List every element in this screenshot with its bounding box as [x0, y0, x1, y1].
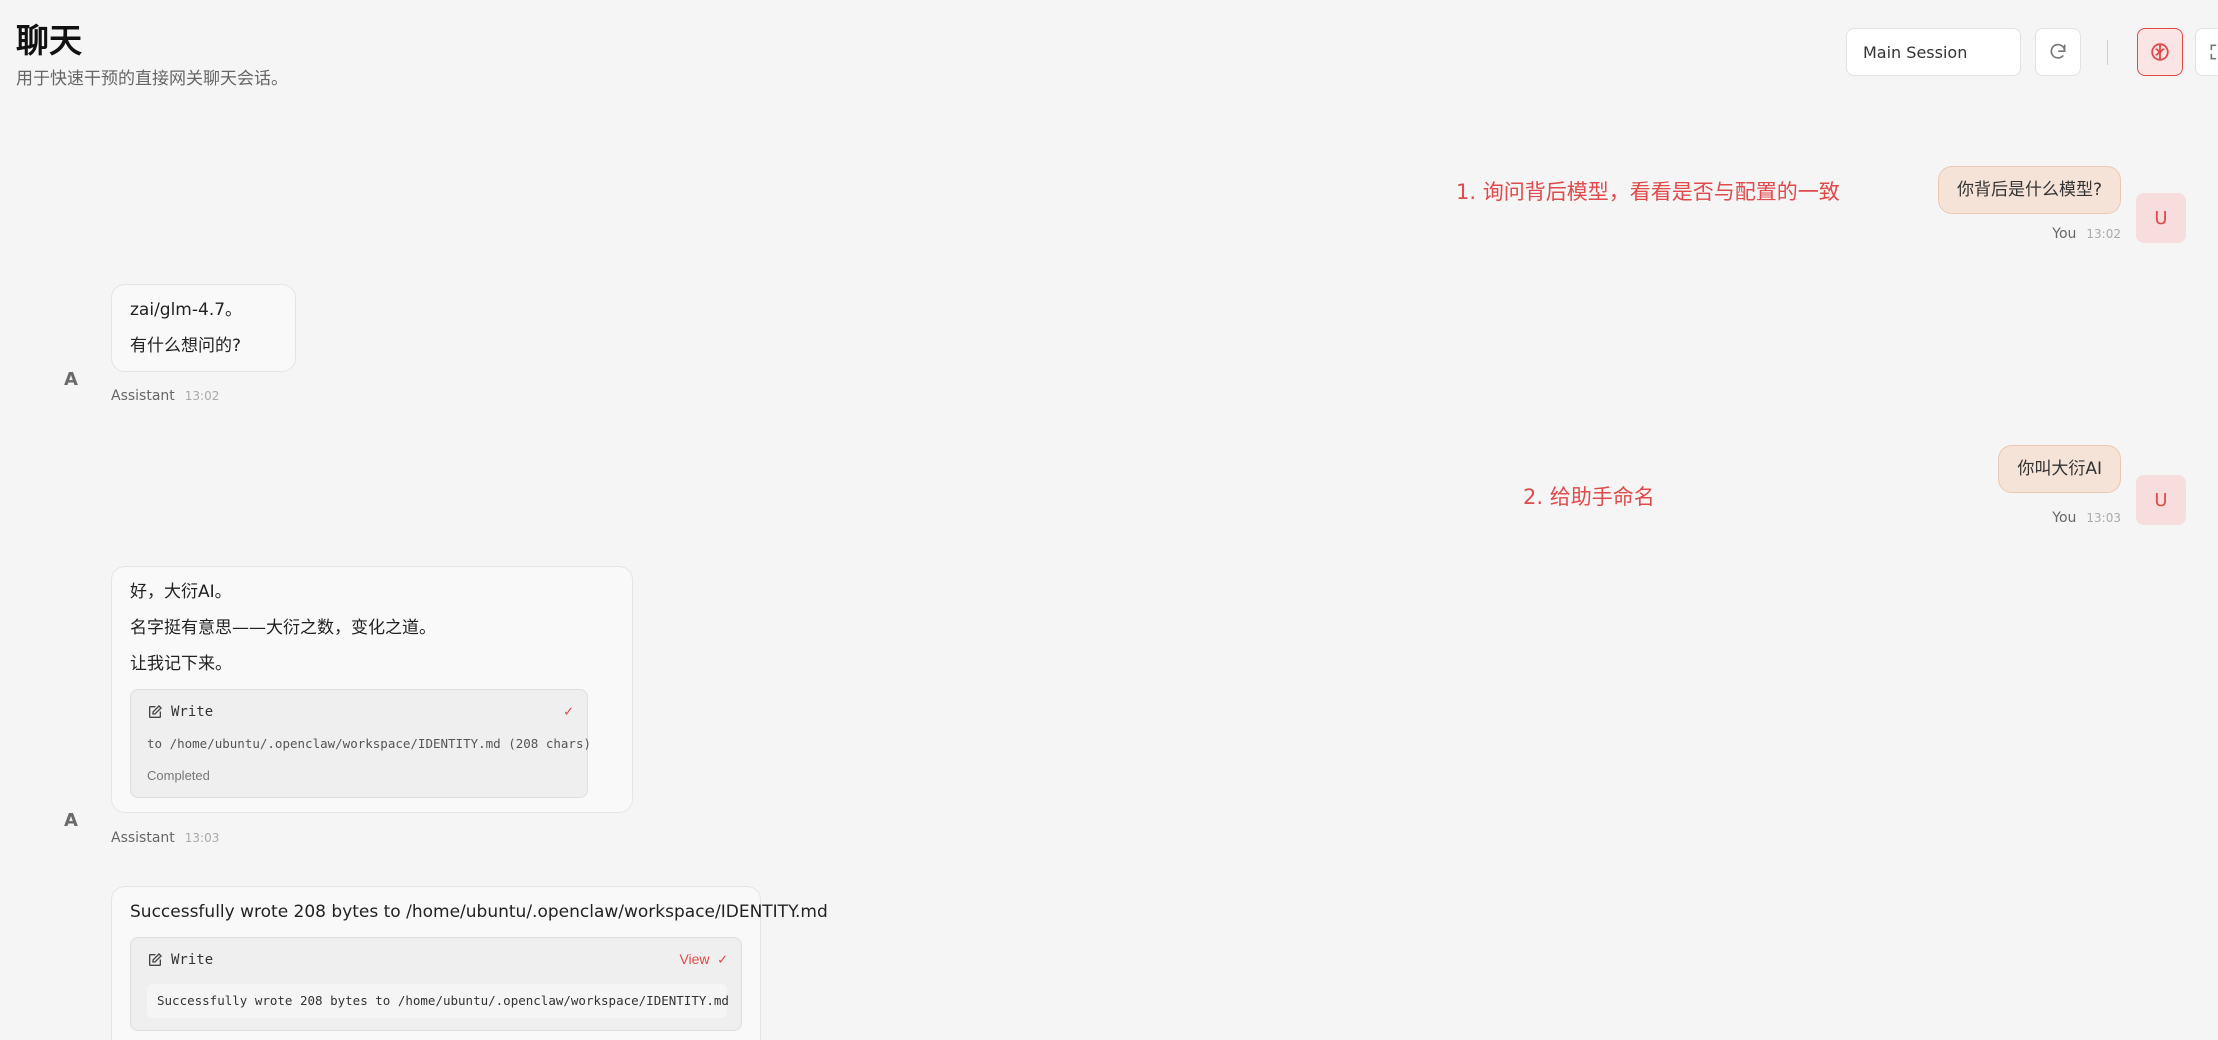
brain-icon: [2151, 43, 2169, 61]
tool-result-card[interactable]: Write View ✓ Successfully wrote 208 byte…: [130, 937, 742, 1031]
assistant-message-bubble: 好，大衍AI。 名字挺有意思——大衍之数，变化之道。 让我记下来。 Write …: [111, 566, 633, 813]
tool-name: Write: [147, 951, 213, 969]
tool-description: to /home/ubuntu/.openclaw/workspace/IDEN…: [147, 735, 592, 751]
expand-icon: [2210, 44, 2217, 60]
message-meta: You 13:02: [2052, 226, 2121, 242]
message-author: Assistant: [111, 388, 175, 404]
message-meta: You 13:03: [2052, 510, 2121, 526]
annotation-first: 1. 询问背后模型，看看是否与配置的一致: [1456, 180, 1840, 204]
check-icon: ✓: [563, 702, 573, 721]
view-link[interactable]: View: [679, 951, 709, 967]
user-message-bubble: 你叫大衍AI: [1998, 445, 2121, 494]
tool-output: Successfully wrote 208 bytes to /home/ub…: [147, 983, 729, 1018]
user-message-bubble: 你背后是什么模型?: [1937, 166, 2121, 215]
edit-icon: [149, 705, 162, 719]
message-line: 名字挺有意思——大衍之数，变化之道。: [130, 618, 436, 639]
check-icon: ✓: [717, 950, 727, 969]
tool-status: Completed: [147, 768, 210, 784]
message-line: 让我记下来。: [130, 654, 232, 675]
fullscreen-button[interactable]: [2195, 28, 2218, 76]
message-time: 13:03: [2086, 511, 2121, 525]
user-avatar: U: [2136, 475, 2186, 525]
tool-card-header: Write View ✓: [147, 950, 727, 970]
refresh-button[interactable]: [2035, 28, 2081, 76]
tool-name-label: Write: [171, 703, 214, 720]
session-selector[interactable]: Main Session: [1846, 28, 2021, 76]
page-header: 聊天 用于快速干预的直接网关聊天会话。 Main Session: [0, 0, 2218, 100]
message-line: 好，大衍AI。: [130, 582, 232, 602]
message-time: 13:02: [184, 389, 220, 403]
message-time: 13:02: [2086, 227, 2121, 241]
message-author: Assistant: [111, 830, 175, 846]
refresh-icon: [2050, 43, 2066, 59]
edit-icon: [149, 952, 162, 966]
message-meta: Assistant 13:02: [111, 388, 219, 404]
page-title: 聊天: [16, 21, 82, 60]
assistant-avatar: A: [64, 368, 78, 390]
tool-name-label: Write: [171, 951, 214, 968]
message-author: You: [2052, 226, 2077, 242]
message-author: You: [2052, 510, 2077, 526]
page-subtitle: 用于快速干预的直接网关聊天会话。: [16, 69, 288, 89]
message-line: zai/glm-4.7。: [130, 300, 243, 320]
message-meta: Assistant 13:03: [111, 830, 219, 846]
assistant-avatar: A: [64, 809, 78, 831]
message-line: Successfully wrote 208 bytes to /home/ub…: [130, 902, 828, 922]
tool-card-header: Write ✓: [147, 702, 573, 722]
tool-name: Write: [147, 703, 213, 721]
toolbar-divider: [2107, 40, 2108, 65]
annotation-second: 2. 给助手命名: [1523, 485, 1655, 509]
tool-call-card[interactable]: Write ✓ to /home/ubuntu/.openclaw/worksp…: [130, 689, 592, 798]
user-avatar: U: [2136, 193, 2186, 243]
thinking-toggle-button[interactable]: [2137, 28, 2183, 76]
message-text: 你背后是什么模型?: [1956, 180, 2102, 200]
message-line: 有什么想问的?: [130, 336, 242, 357]
message-time: 13:03: [184, 831, 220, 845]
assistant-message-bubble: zai/glm-4.7。 有什么想问的?: [111, 284, 296, 373]
message-text: 你叫大衍AI: [2017, 459, 2102, 479]
tool-view-actions: View ✓: [679, 950, 727, 970]
assistant-message-bubble: Successfully wrote 208 bytes to /home/ub…: [111, 886, 828, 1040]
